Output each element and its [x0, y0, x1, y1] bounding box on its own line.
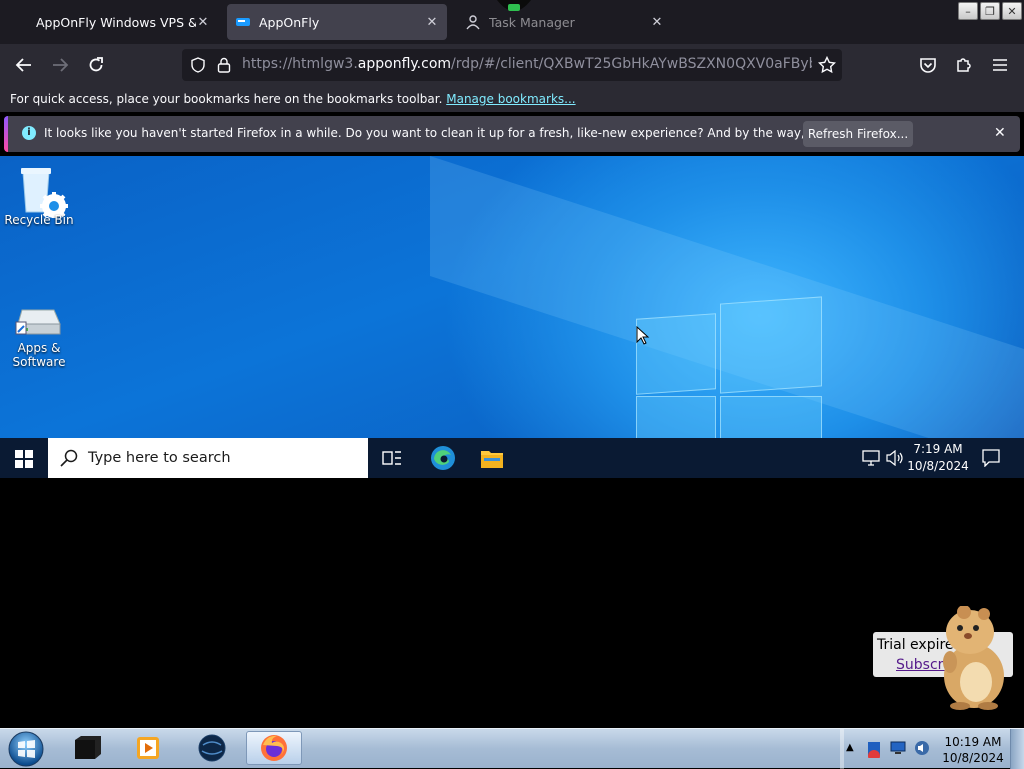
refresh-firefox-button[interactable]: Refresh Firefox... [803, 121, 913, 147]
close-window-button[interactable]: ✕ [1002, 2, 1022, 20]
recycle-bin-icon [21, 168, 68, 220]
remote-clock[interactable]: 7:19 AM 10/8/2024 [905, 441, 971, 475]
media-player-icon [137, 737, 159, 759]
clock-time: 10:19 AM [944, 735, 1002, 749]
windows-logo-pane [636, 396, 716, 438]
window-controls: – ❐ ✕ [958, 2, 1022, 20]
host-taskbar: ▲ 10:19 AM 10/8/2024 [0, 728, 1024, 769]
tab-apponfly[interactable]: AppOnFly ✕ [227, 4, 447, 40]
monitor-icon[interactable] [890, 741, 906, 755]
tab-strip: AppOnFly Windows VPS & Clo ✕ AppOnFly ✕ … [0, 0, 1024, 44]
desktop-icon-apps-software[interactable]: Apps & Software [4, 302, 74, 369]
lock-icon[interactable] [217, 57, 231, 73]
arrow-left-icon [15, 58, 31, 72]
url-bar[interactable]: https://htmlgw3.apponfly.com/rdp/#/clien… [182, 49, 842, 81]
url-path: /rdp/#/client/QXBwT25GbHkAYwBSZXN0QXV0aF… [451, 56, 812, 72]
hamburger-menu-icon [993, 59, 1007, 71]
file-explorer-icon[interactable] [480, 447, 504, 469]
notification-bar: i It looks like you haven't started Fire… [4, 116, 1020, 152]
host-task-terminal[interactable] [60, 731, 116, 765]
url-prefix: https://htmlgw3. [242, 56, 358, 72]
user-icon [466, 15, 480, 30]
host-clock[interactable]: 10:19 AM 10/8/2024 [940, 734, 1006, 766]
windows-orb-icon[interactable] [6, 730, 46, 768]
host-task-globe[interactable] [184, 731, 240, 765]
forward-button[interactable] [48, 53, 72, 77]
desktop-icon-label: Apps & Software [12, 341, 66, 369]
show-hidden-icons-icon[interactable]: ▲ [846, 742, 854, 753]
host-task-media[interactable] [120, 731, 176, 765]
info-icon: i [22, 126, 36, 140]
search-placeholder: Type here to search [88, 450, 231, 466]
reload-button[interactable] [84, 53, 108, 77]
drive-icon [15, 309, 61, 335]
firefox-icon [261, 735, 287, 761]
robot-icon [497, 0, 531, 11]
desktop-icon-recycle-bin[interactable]: Recycle Bin [4, 164, 74, 227]
bookmarks-toolbar: For quick access, place your bookmarks h… [0, 86, 1024, 112]
apponfly-icon [236, 18, 250, 26]
minimize-button[interactable]: – [958, 2, 978, 20]
remote-taskbar: Type here to search 7:19 AM 10/8/2024 [0, 438, 1024, 478]
bookmark-star-icon[interactable] [818, 56, 836, 74]
pocket-icon [920, 58, 936, 73]
close-icon[interactable]: ✕ [650, 15, 664, 30]
navigation-toolbar: https://htmlgw3.apponfly.com/rdp/#/clien… [0, 44, 1024, 86]
desktop-icon-label: Recycle Bin [4, 213, 74, 227]
clock-time: 7:19 AM [913, 442, 963, 456]
pocket-button[interactable] [916, 53, 940, 77]
windows-start-icon[interactable] [15, 450, 33, 468]
network-icon[interactable] [862, 450, 880, 466]
tab-apponfly-vps[interactable]: AppOnFly Windows VPS & Clo ✕ [28, 4, 218, 40]
globe-icon [198, 734, 226, 762]
action-center-icon[interactable] [982, 449, 1000, 467]
arrow-right-icon [53, 58, 69, 72]
taskbar-search-box[interactable]: Type here to search [48, 438, 368, 478]
tray-app-icon[interactable] [866, 740, 882, 758]
volume-icon[interactable] [886, 450, 904, 466]
back-button[interactable] [12, 53, 36, 77]
bookmarks-hint: For quick access, place your bookmarks h… [10, 92, 576, 106]
extensions-button[interactable] [952, 53, 976, 77]
maximize-button[interactable]: ❐ [980, 2, 1000, 20]
windows-logo-pane [720, 296, 822, 394]
close-icon[interactable]: ✕ [994, 125, 1006, 141]
show-desktop-button[interactable] [1010, 729, 1024, 769]
close-icon[interactable]: ✕ [425, 15, 439, 30]
trial-text-tail: 0 [1017, 637, 1024, 653]
manage-bookmarks-link[interactable]: Manage bookmarks... [446, 92, 575, 106]
volume-icon[interactable] [914, 740, 930, 756]
search-icon [60, 449, 78, 467]
windows-logo-pane [720, 396, 822, 438]
terminal-icon [75, 736, 101, 759]
shield-icon[interactable] [190, 57, 206, 73]
close-icon[interactable]: ✕ [196, 15, 210, 30]
tab-title: AppOnFly [259, 14, 320, 30]
clock-date: 10/8/2024 [942, 751, 1004, 765]
mouse-cursor-icon [636, 326, 650, 345]
task-view-icon[interactable] [382, 449, 402, 467]
url-domain: apponfly.com [357, 56, 452, 72]
taskbar-divider [840, 729, 844, 769]
reload-icon [89, 57, 103, 72]
notification-message: It looks like you haven't started Firefo… [44, 126, 900, 140]
remote-desktop[interactable]: Recycle Bin Apps & Software [0, 156, 1024, 438]
host-task-firefox[interactable] [246, 731, 302, 765]
clock-date: 10/8/2024 [907, 459, 969, 473]
puzzle-icon [957, 58, 971, 72]
bookmarks-hint-text: For quick access, place your bookmarks h… [10, 92, 443, 106]
url-text[interactable]: https://htmlgw3.apponfly.com/rdp/#/clien… [242, 56, 812, 72]
notification-accent [4, 116, 8, 152]
tab-task-manager[interactable]: Task Manager ✕ [457, 4, 672, 40]
hamster-mascot-icon[interactable] [930, 606, 1012, 710]
menu-button[interactable] [988, 53, 1012, 77]
edge-icon[interactable] [430, 445, 456, 471]
tab-title: AppOnFly Windows VPS & Clo [36, 14, 196, 30]
